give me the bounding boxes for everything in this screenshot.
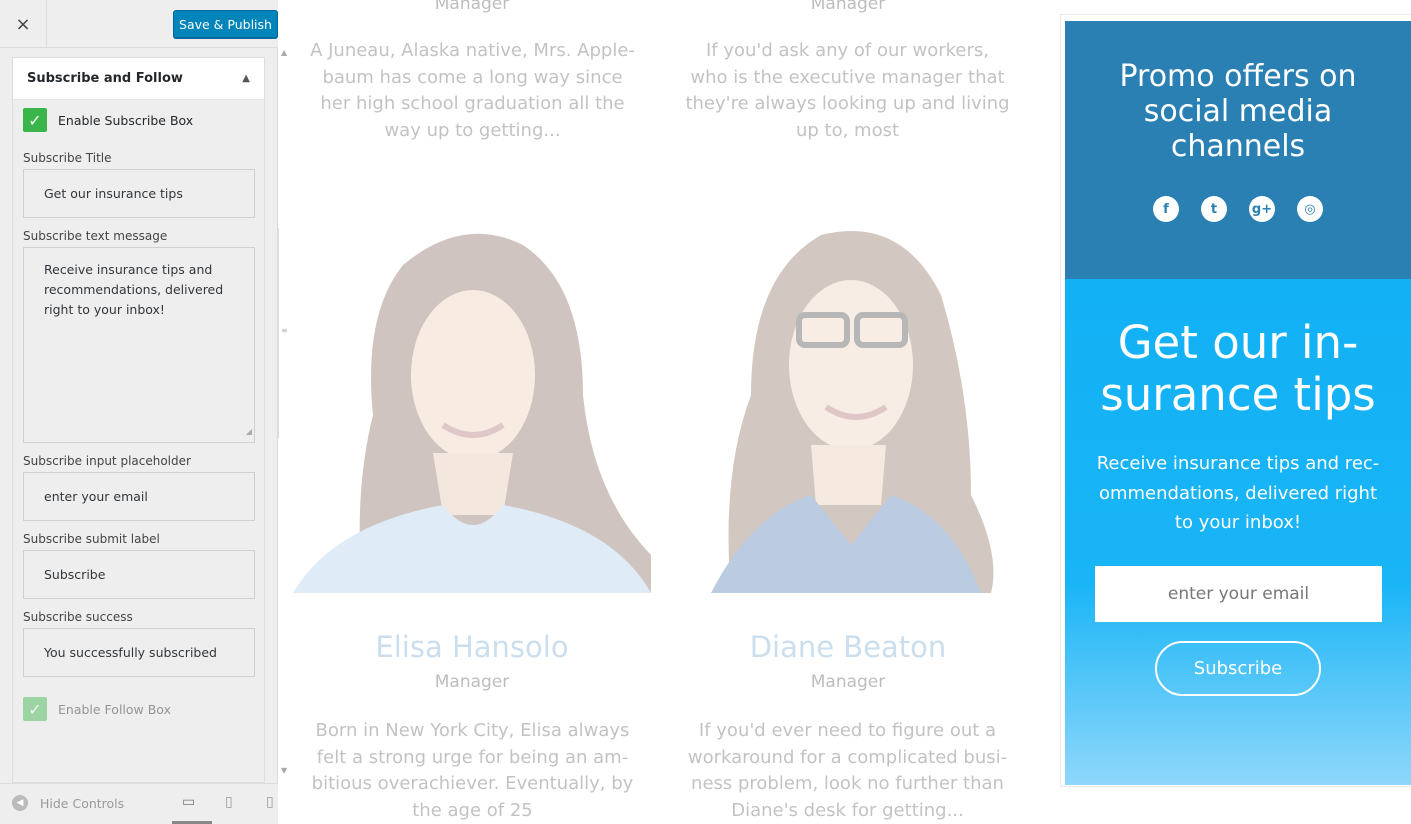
member-role: Manager	[434, 672, 510, 692]
promo-title: Promo offers on social media channels	[1119, 59, 1357, 164]
submit-label-input[interactable]: Subscribe	[23, 550, 255, 599]
scroll-down-icon[interactable]: ▼	[281, 766, 287, 775]
subscribe-box: Get our in-surance tips Receive insuranc…	[1065, 279, 1411, 785]
mobile-preview-icon[interactable]: ▯	[266, 794, 274, 810]
placeholder-label: Subscribe input placeholder	[23, 454, 191, 468]
submit-label-label: Subscribe submit label	[23, 532, 160, 546]
enable-follow-checkbox[interactable]: ✓	[23, 697, 47, 721]
site-preview: Manager Manager A Juneau, Alaska native,…	[293, 0, 1411, 824]
customizer-header: × Save & Publish	[0, 0, 278, 48]
customizer-footer: ◀ Hide Controls ▭ ▯ ▯	[0, 783, 278, 824]
member-name: Elisa Hansolo	[375, 630, 569, 664]
member-name: Diane Beaton	[749, 630, 947, 664]
facebook-icon[interactable]: f	[1153, 196, 1179, 222]
success-input[interactable]: You successfully subscribed	[23, 628, 255, 677]
sidebar-widgets: Promo offers on social media channels f …	[1060, 14, 1411, 787]
member-bio: Born in New York City, Elisa always felt…	[311, 720, 634, 821]
member-photo-elisa	[293, 195, 651, 593]
subscribe-text-textarea[interactable]: Receive insurance tips and recommendatio…	[23, 247, 255, 443]
member-bio: If you'd ask any of our workers, who is …	[685, 40, 1010, 141]
hide-controls-button[interactable]: ◀ Hide Controls	[12, 795, 124, 811]
subscribe-text: Receive insurance tips and rec-ommendati…	[1096, 453, 1380, 533]
subscribe-title-label: Subscribe Title	[23, 151, 112, 165]
twitter-icon[interactable]: t	[1201, 196, 1227, 222]
subscribe-form: ✓ Enable Subscribe Box Subscribe Title G…	[13, 100, 264, 782]
tablet-preview-icon[interactable]: ▯	[225, 794, 233, 810]
success-label: Subscribe success	[23, 610, 133, 624]
subscribe-follow-section: Subscribe and Follow ▲ ✓ Enable Subscrib…	[12, 57, 265, 783]
member-bio: If you'd ever need to figure out a worka…	[687, 720, 1008, 821]
collapse-arrow-icon[interactable]: ▲	[242, 73, 250, 84]
section-title: Subscribe and Follow	[27, 71, 183, 86]
section-header[interactable]: Subscribe and Follow ▲	[13, 58, 264, 100]
collapse-left-icon: ◀	[12, 795, 28, 811]
enable-subscribe-checkbox[interactable]: ✓	[23, 108, 47, 132]
google-plus-icon[interactable]: g+	[1249, 196, 1275, 222]
enable-follow-label: Enable Follow Box	[58, 701, 171, 717]
sidebar-scrollbar[interactable]: ▲ ≡ ▼	[278, 48, 292, 783]
resize-grip-icon[interactable]: ◢	[246, 422, 252, 442]
scroll-grip-icon: ≡	[281, 326, 288, 335]
member-role: Manager	[810, 672, 886, 692]
customizer-sidebar: × Save & Publish Subscribe and Follow ▲ …	[0, 0, 278, 824]
enable-subscribe-label: Enable Subscribe Box	[58, 112, 194, 128]
subscribe-title-input[interactable]: Get our insurance tips	[23, 169, 255, 218]
promo-box: Promo offers on social media channels f …	[1065, 21, 1411, 279]
subscribe-title: Get our in-surance tips	[1100, 316, 1376, 421]
placeholder-input[interactable]: enter your email	[23, 472, 255, 521]
scroll-up-icon[interactable]: ▲	[281, 48, 287, 57]
member-role: Manager	[810, 0, 886, 14]
enable-follow-row[interactable]: ✓ Enable Follow Box	[23, 689, 256, 729]
subscribe-button[interactable]: Subscribe	[1155, 641, 1321, 696]
member-photo-diane	[651, 195, 1009, 593]
subscribe-text-label: Subscribe text message	[23, 229, 168, 243]
team-section: Manager Manager A Juneau, Alaska native,…	[293, 0, 1023, 824]
save-publish-button[interactable]: Save & Publish	[173, 10, 278, 38]
member-bio: A Juneau, Alaska native, Mrs. Apple-baum…	[310, 40, 635, 141]
desktop-preview-icon[interactable]: ▭	[182, 794, 195, 810]
enable-subscribe-row[interactable]: ✓ Enable Subscribe Box	[23, 100, 256, 140]
instagram-icon[interactable]: ◎	[1297, 196, 1323, 222]
social-links: f t g+ ◎	[1065, 196, 1411, 222]
member-role: Manager	[434, 0, 510, 14]
hide-controls-label: Hide Controls	[40, 795, 125, 811]
close-icon[interactable]: ×	[0, 0, 47, 48]
email-input[interactable]: enter your email	[1095, 566, 1382, 622]
subscribe-text-value: Receive insurance tips and recommendatio…	[44, 262, 224, 317]
